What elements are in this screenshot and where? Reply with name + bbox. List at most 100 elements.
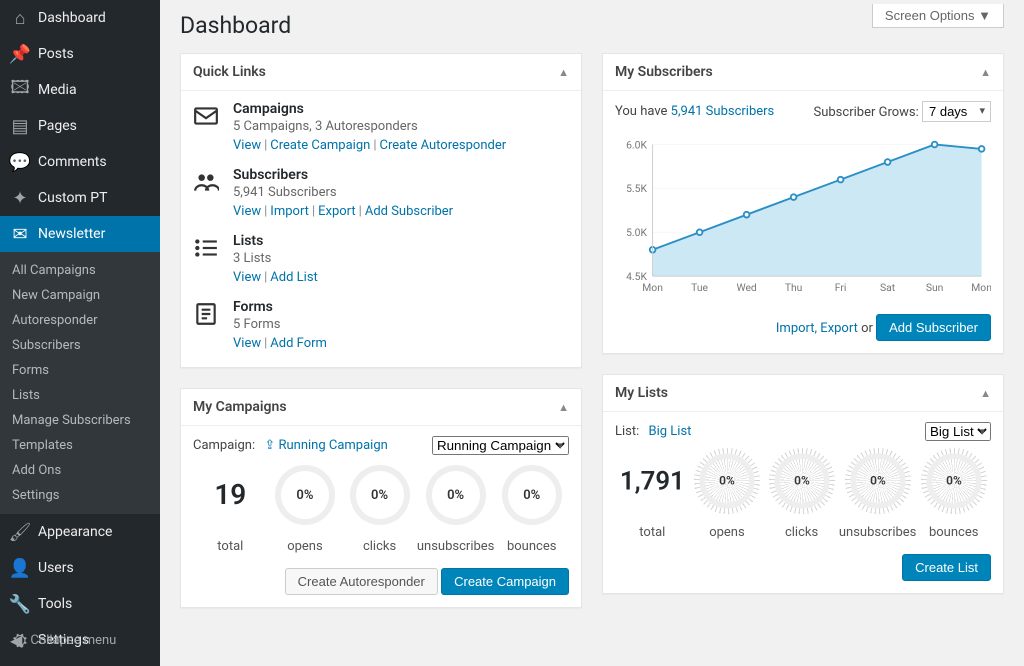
- sidebar-item-pages[interactable]: ▤Pages: [0, 108, 160, 144]
- menu-icon: ✉: [10, 224, 30, 244]
- ql-link[interactable]: Add List: [270, 270, 318, 285]
- or-text: or: [861, 321, 876, 336]
- metric-ring: 0%: [350, 465, 410, 525]
- list-select[interactable]: Big List: [925, 422, 991, 441]
- submenu-item-manage-subscribers[interactable]: Manage Subscribers: [0, 408, 160, 433]
- campaign-link[interactable]: Running Campaign: [278, 438, 387, 453]
- my-campaigns-header[interactable]: My Campaigns ▲: [181, 389, 581, 426]
- ql-sub: 5,941 Subscribers: [233, 185, 453, 200]
- total-value: 19: [193, 465, 268, 525]
- menu-icon: ⌂: [10, 8, 30, 28]
- submenu-item-add-ons[interactable]: Add Ons: [0, 458, 160, 483]
- svg-text:Tue: Tue: [691, 281, 708, 294]
- screen-options-button[interactable]: Screen Options ▼: [872, 4, 1004, 28]
- menu-label: Appearance: [38, 524, 112, 540]
- submenu-item-lists[interactable]: Lists: [0, 383, 160, 408]
- menu-label: Newsletter: [38, 226, 105, 242]
- campaign-label: Campaign:: [193, 438, 255, 453]
- my-lists-header[interactable]: My Lists ▲: [603, 375, 1003, 412]
- grows-select[interactable]: 7 days: [922, 101, 991, 122]
- sidebar-item-dashboard[interactable]: ⌂Dashboard: [0, 0, 160, 36]
- users-icon: [193, 167, 233, 219]
- ql-sub: 5 Campaigns, 3 Autoresponders: [233, 119, 506, 134]
- submenu-item-templates[interactable]: Templates: [0, 433, 160, 458]
- collapse-icon[interactable]: ▲: [980, 66, 991, 79]
- menu-icon: ✦: [10, 188, 30, 208]
- collapse-icon[interactable]: ▲: [980, 387, 991, 400]
- sidebar-item-comments[interactable]: 💬Comments: [0, 144, 160, 180]
- ql-link[interactable]: View: [233, 204, 261, 219]
- submenu-item-settings[interactable]: Settings: [0, 483, 160, 508]
- menu-icon: 👤: [10, 558, 30, 578]
- metric-label: clicks: [764, 525, 839, 540]
- svg-text:Sat: Sat: [880, 281, 896, 294]
- sidebar-item-users[interactable]: 👤Users: [0, 550, 160, 586]
- ql-link[interactable]: Add Form: [270, 336, 327, 351]
- collapse-icon[interactable]: ▲: [558, 66, 569, 79]
- ql-link[interactable]: Import: [270, 204, 309, 219]
- subscribers-count-link[interactable]: 5,941 Subscribers: [671, 104, 775, 119]
- metric-label: unsubscribes: [839, 525, 917, 540]
- quick-links-title: Quick Links: [193, 64, 266, 80]
- metric-label: unsubscribes: [417, 539, 495, 554]
- total-label: total: [615, 525, 690, 540]
- menu-label: Tools: [38, 596, 72, 612]
- my-campaigns-title: My Campaigns: [193, 399, 287, 415]
- sidebar-item-posts[interactable]: 📌Posts: [0, 36, 160, 72]
- subscriber-growth-chart: 4.5K5.0K5.5K6.0KMonTueWedThuFriSatSunMon: [615, 130, 991, 300]
- quicklink-subscribers: Subscribers5,941 SubscribersView|Import|…: [193, 167, 569, 219]
- ql-link[interactable]: View: [233, 138, 261, 153]
- sidebar-item-appearance[interactable]: 🖌Appearance: [0, 514, 160, 550]
- collapse-icon[interactable]: ▲: [558, 401, 569, 414]
- ql-link[interactable]: View: [233, 270, 261, 285]
- menu-icon: 🔧: [10, 594, 30, 614]
- list-label: List:: [615, 424, 639, 439]
- ql-title: Subscribers: [233, 167, 453, 183]
- create-autoresponder-button[interactable]: Create Autoresponder: [285, 568, 438, 595]
- ql-link[interactable]: Export: [318, 204, 356, 219]
- my-campaigns-box: My Campaigns ▲ Campaign: ⇪ Running Campa…: [180, 388, 582, 608]
- submenu-item-new-campaign[interactable]: New Campaign: [0, 283, 160, 308]
- sidebar-item-tools[interactable]: 🔧 Tools: [0, 586, 160, 622]
- ql-title: Lists: [233, 233, 318, 249]
- ql-link[interactable]: View: [233, 336, 261, 351]
- my-subscribers-header[interactable]: My Subscribers ▲: [603, 54, 1003, 91]
- create-list-button[interactable]: Create List: [902, 554, 991, 581]
- total-value: 1,791: [618, 453, 687, 508]
- quick-links-header[interactable]: Quick Links ▲: [181, 54, 581, 91]
- grows-label: Subscriber Grows:: [814, 105, 919, 120]
- collapse-label: Collapse menu: [30, 633, 116, 648]
- menu-label: Custom PT: [38, 190, 107, 206]
- menu-icon: 💬: [10, 152, 30, 172]
- list-link[interactable]: Big List: [649, 424, 692, 439]
- sidebar-item-media[interactable]: 🖾Media: [0, 72, 160, 108]
- menu-icon: 📌: [10, 44, 30, 64]
- collapse-icon: ◀: [10, 631, 22, 650]
- import-export-link[interactable]: Import, Export: [776, 321, 858, 336]
- metric-ring: 0%: [275, 465, 335, 525]
- campaign-select[interactable]: Running Campaign: [432, 436, 569, 455]
- sidebar-item-custom-pt[interactable]: ✦ Custom PT: [0, 180, 160, 216]
- metric-label: opens: [268, 539, 343, 554]
- svg-text:Thu: Thu: [785, 281, 803, 294]
- ql-link[interactable]: Add Subscriber: [365, 204, 453, 219]
- create-campaign-button[interactable]: Create Campaign: [441, 568, 569, 595]
- add-subscriber-button[interactable]: Add Subscriber: [876, 314, 991, 341]
- submenu-item-all-campaigns[interactable]: All Campaigns: [0, 258, 160, 283]
- metric-ring: 0%: [699, 453, 754, 508]
- svg-text:6.0K: 6.0K: [626, 138, 647, 151]
- collapse-menu[interactable]: ◀ Collapse menu: [0, 623, 160, 658]
- total-label: total: [193, 539, 268, 554]
- ql-title: Campaigns: [233, 101, 506, 117]
- svg-text:Sun: Sun: [926, 281, 944, 294]
- ql-link[interactable]: Create Campaign: [270, 138, 370, 153]
- svg-text:Wed: Wed: [736, 281, 756, 294]
- submenu-item-forms[interactable]: Forms: [0, 358, 160, 383]
- sidebar-item-newsletter[interactable]: ✉ Newsletter: [0, 216, 160, 252]
- submenu-item-subscribers[interactable]: Subscribers: [0, 333, 160, 358]
- submenu-item-autoresponder[interactable]: Autoresponder: [0, 308, 160, 333]
- ql-link[interactable]: Create Autoresponder: [380, 138, 507, 153]
- menu-icon: ▤: [10, 116, 30, 136]
- quick-links-box: Quick Links ▲ Campaigns 5 Campaigns, 3 Au…: [180, 53, 582, 368]
- metric-ring: 0%: [502, 465, 562, 525]
